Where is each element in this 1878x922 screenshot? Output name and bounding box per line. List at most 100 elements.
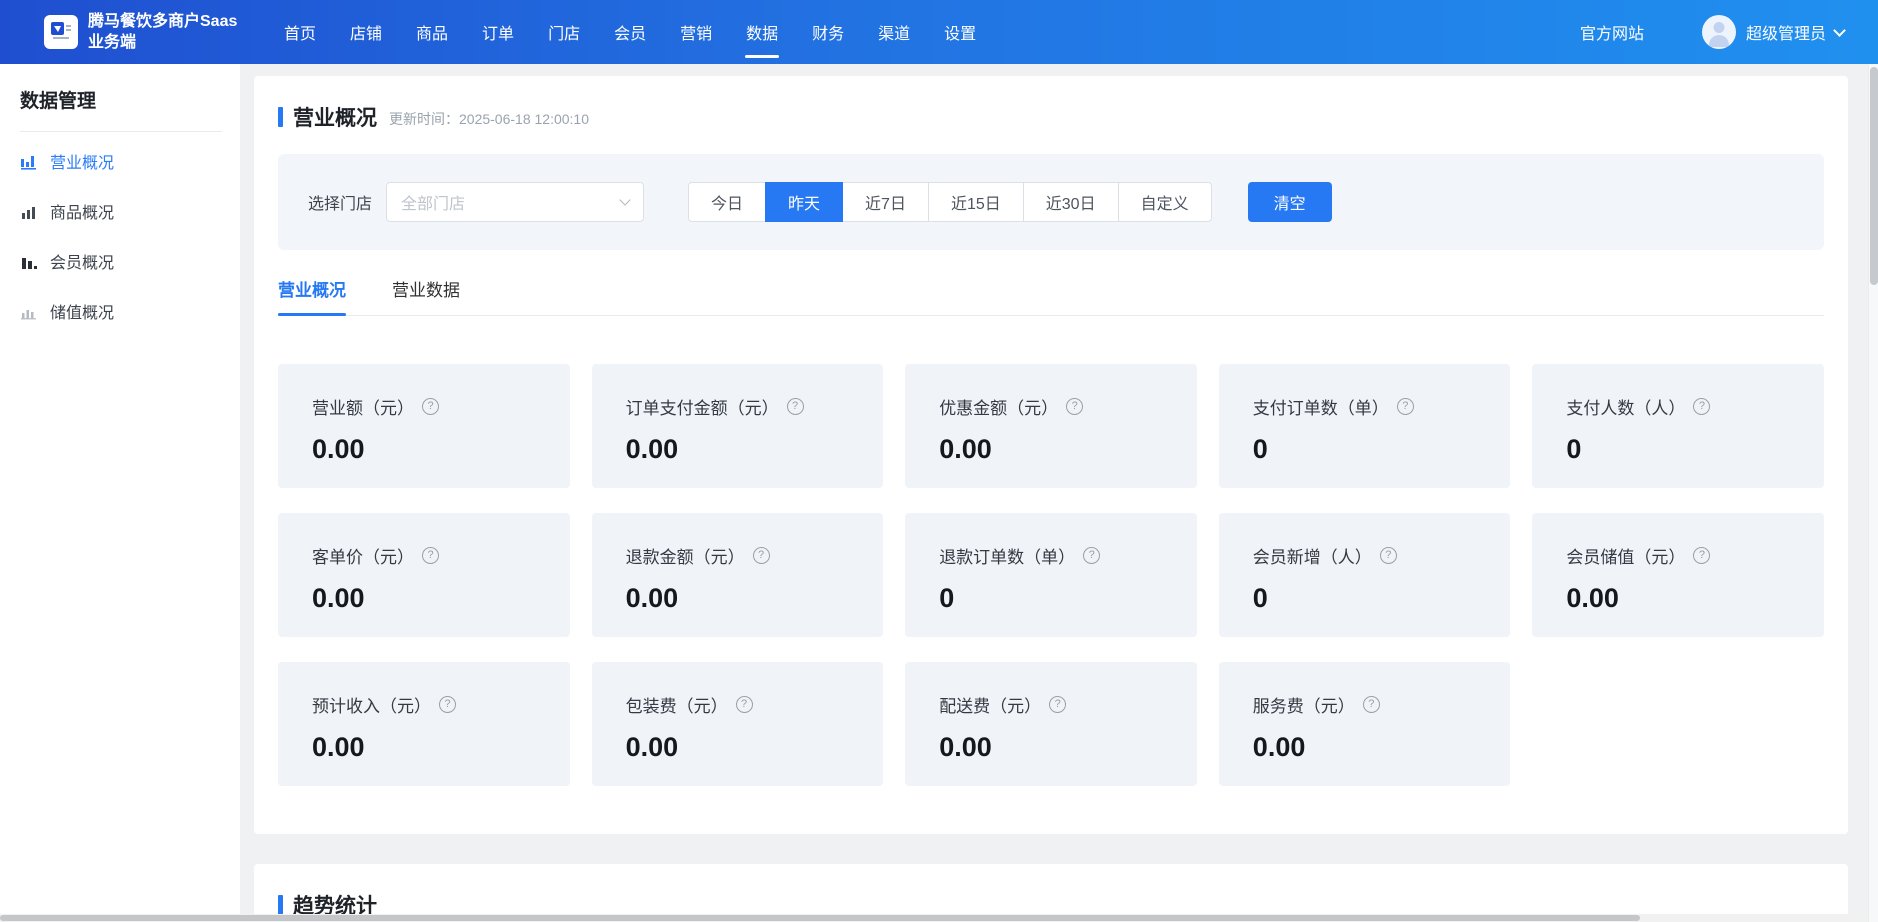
bar-chart-icon — [20, 152, 39, 171]
stat-value: 0.00 — [626, 732, 850, 763]
sidebar-title: 数据管理 — [0, 64, 240, 131]
tab-business-overview[interactable]: 营业概况 — [278, 276, 346, 315]
tabs: 营业概况 营业数据 — [278, 276, 1824, 316]
help-icon[interactable] — [736, 696, 753, 713]
stat-card-revenue: 营业额（元） 0.00 — [278, 364, 570, 488]
stat-card-refund-orders: 退款订单数（单） 0 — [905, 513, 1197, 637]
navbar-right: 官方网站 超级管理员 — [1580, 15, 1878, 49]
help-icon[interactable] — [1049, 696, 1066, 713]
horizontal-scrollbar — [0, 914, 1868, 922]
range-today-button[interactable]: 今日 — [688, 182, 766, 222]
user-menu[interactable]: 超级管理员 — [1702, 15, 1844, 49]
brand-title: 腾马餐饮多商户Saas业务端 — [88, 11, 248, 53]
help-icon[interactable] — [422, 398, 439, 415]
vertical-scrollbar-thumb[interactable] — [1870, 67, 1878, 285]
sidebar-item-label: 会员概况 — [50, 249, 114, 273]
nav-item-goods[interactable]: 商品 — [416, 20, 448, 44]
business-overview-card: 营业概况 更新时间：2025-06-18 12:00:10 选择门店 全部门店 … — [254, 76, 1848, 834]
help-icon[interactable] — [1066, 398, 1083, 415]
nav-item-data[interactable]: 数据 — [746, 20, 778, 44]
sidebar-item-stored-value-overview[interactable]: 储值概况 — [0, 290, 240, 332]
help-icon[interactable] — [1397, 398, 1414, 415]
brand: 腾马餐饮多商户Saas业务端 — [0, 11, 248, 53]
nav-item-channels[interactable]: 渠道 — [878, 20, 910, 44]
stat-value: 0.00 — [312, 732, 536, 763]
stat-value: 0.00 — [626, 583, 850, 614]
nav-item-home[interactable]: 首页 — [284, 20, 316, 44]
stat-card-paying-users: 支付人数（人） 0 — [1532, 364, 1824, 488]
stat-value: 0 — [1253, 583, 1477, 614]
chevron-down-icon — [619, 194, 630, 205]
nav-item-members[interactable]: 会员 — [614, 20, 646, 44]
nav-item-finance[interactable]: 财务 — [812, 20, 844, 44]
card-header: 营业概况 更新时间：2025-06-18 12:00:10 — [278, 102, 1824, 132]
page-title: 营业概况 — [293, 102, 377, 132]
store-select-placeholder: 全部门店 — [401, 190, 465, 214]
sidebar-item-business-overview[interactable]: 营业概况 — [0, 140, 240, 182]
sidebar-item-label: 营业概况 — [50, 149, 114, 173]
clear-button[interactable]: 清空 — [1248, 182, 1332, 222]
avatar — [1702, 15, 1736, 49]
help-icon[interactable] — [1693, 398, 1710, 415]
stat-value: 0.00 — [312, 583, 536, 614]
accent-bar — [278, 107, 283, 127]
nav-item-marketing[interactable]: 营销 — [680, 20, 712, 44]
nav-item-stores[interactable]: 门店 — [548, 20, 580, 44]
stat-label: 会员储值（元） — [1566, 543, 1685, 568]
chevron-down-icon — [1833, 24, 1846, 37]
sidebar-item-goods-overview[interactable]: 商品概况 — [0, 190, 240, 232]
range-15d-button[interactable]: 近15日 — [928, 182, 1024, 222]
stat-card-discount-amount: 优惠金额（元） 0.00 — [905, 364, 1197, 488]
range-yesterday-button[interactable]: 昨天 — [765, 182, 843, 222]
sidebar: 数据管理 营业概况 商品概况 会员概况 储值概况 — [0, 64, 240, 922]
user-name: 超级管理员 — [1746, 20, 1826, 44]
stat-label: 优惠金额（元） — [939, 394, 1058, 419]
bar-chart-icon — [20, 302, 39, 321]
content-area: 营业概况 更新时间：2025-06-18 12:00:10 选择门店 全部门店 … — [240, 64, 1868, 922]
stat-label: 会员新增（人） — [1253, 543, 1372, 568]
nav-item-orders[interactable]: 订单 — [482, 20, 514, 44]
help-icon[interactable] — [787, 398, 804, 415]
stats-grid: 营业额（元） 0.00 订单支付金额（元） 0.00 优惠金额（元） 0.00 … — [278, 364, 1824, 786]
stat-card-new-members: 会员新增（人） 0 — [1219, 513, 1511, 637]
nav-item-settings[interactable]: 设置 — [944, 20, 976, 44]
stat-value: 0.00 — [939, 434, 1163, 465]
date-range-group: 今日 昨天 近7日 近15日 近30日 自定义 — [688, 182, 1212, 222]
tab-business-data[interactable]: 营业数据 — [392, 276, 460, 315]
range-custom-button[interactable]: 自定义 — [1118, 182, 1212, 222]
nav-item-shop[interactable]: 店铺 — [350, 20, 382, 44]
stat-card-expected-income: 预计收入（元） 0.00 — [278, 662, 570, 786]
stat-label: 预计收入（元） — [312, 692, 431, 717]
sidebar-item-label: 储值概况 — [50, 299, 114, 323]
help-icon[interactable] — [1083, 547, 1100, 564]
help-icon[interactable] — [439, 696, 456, 713]
stat-card-avg-order-value: 客单价（元） 0.00 — [278, 513, 570, 637]
vertical-scrollbar — [1868, 64, 1878, 922]
stat-card-paid-orders: 支付订单数（单） 0 — [1219, 364, 1511, 488]
top-navbar: 腾马餐饮多商户Saas业务端 首页 店铺 商品 订单 门店 会员 营销 数据 财… — [0, 0, 1878, 64]
help-icon[interactable] — [1380, 547, 1397, 564]
range-30d-button[interactable]: 近30日 — [1023, 182, 1119, 222]
help-icon[interactable] — [422, 547, 439, 564]
stat-card-member-stored-value: 会员储值（元） 0.00 — [1532, 513, 1824, 637]
accent-bar — [278, 895, 283, 915]
bar-chart-icon — [20, 202, 39, 221]
stat-label: 支付人数（人） — [1566, 394, 1685, 419]
horizontal-scrollbar-thumb[interactable] — [0, 915, 1640, 921]
filter-bar: 选择门店 全部门店 今日 昨天 近7日 近15日 近30日 自定义 清空 — [278, 154, 1824, 250]
stat-value: 0 — [939, 583, 1163, 614]
stat-label: 配送费（元） — [939, 692, 1041, 717]
help-icon[interactable] — [1363, 696, 1380, 713]
help-icon[interactable] — [753, 547, 770, 564]
stat-label: 退款金额（元） — [626, 543, 745, 568]
stat-card-packaging-fee: 包装费（元） 0.00 — [592, 662, 884, 786]
store-select[interactable]: 全部门店 — [386, 182, 644, 222]
sidebar-item-member-overview[interactable]: 会员概况 — [0, 240, 240, 282]
stat-value: 0.00 — [626, 434, 850, 465]
stat-label: 营业额（元） — [312, 394, 414, 419]
main-nav: 首页 店铺 商品 订单 门店 会员 营销 数据 财务 渠道 设置 — [284, 20, 976, 44]
help-icon[interactable] — [1693, 547, 1710, 564]
official-site-link[interactable]: 官方网站 — [1580, 20, 1644, 44]
range-7d-button[interactable]: 近7日 — [842, 182, 929, 222]
stat-label: 支付订单数（单） — [1253, 394, 1389, 419]
